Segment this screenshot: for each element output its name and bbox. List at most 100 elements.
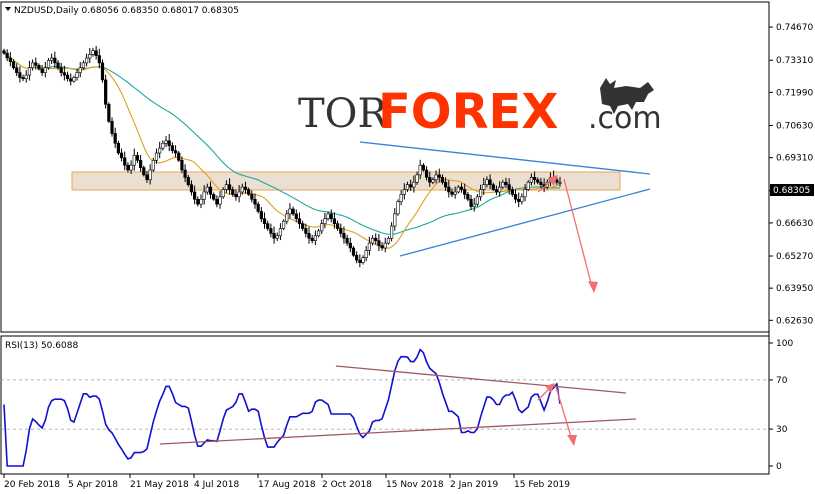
- candle-body: [59, 67, 63, 73]
- candle-body: [154, 152, 159, 161]
- candle-body: [351, 247, 356, 256]
- candle-body: [43, 67, 47, 73]
- rsi-tick-label: 100: [776, 339, 793, 349]
- candle-body: [72, 77, 76, 82]
- candle-body: [218, 196, 222, 205]
- price-tick-label: 0.66630: [776, 219, 813, 229]
- candle-body: [50, 57, 54, 61]
- candle-body: [53, 57, 57, 64]
- candle-body: [85, 57, 89, 64]
- candle-body: [316, 230, 321, 237]
- candle-body: [288, 208, 292, 215]
- price-tick-label: 0.73310: [776, 56, 813, 66]
- candle-body: [469, 198, 473, 207]
- candle-body: [110, 121, 114, 134]
- candle-body: [97, 55, 101, 64]
- price-tick-label: 0.71990: [776, 88, 813, 98]
- rsi-header: RSI(13) 50.6088: [5, 341, 78, 351]
- candle-body: [208, 186, 213, 195]
- forex-chart: 0.746700.733100.719900.706300.693100.679…: [0, 1, 814, 490]
- time-tick-label: 2 Jan 2019: [450, 480, 498, 490]
- candle-body: [329, 213, 333, 220]
- candle-body: [183, 169, 187, 178]
- candle-body: [234, 194, 238, 198]
- candle-body: [361, 257, 365, 263]
- candle-body: [494, 189, 499, 193]
- price-tick-label: 0.70630: [776, 121, 813, 131]
- candle-body: [415, 174, 419, 183]
- candle-body: [262, 218, 267, 224]
- candle-body: [81, 62, 86, 69]
- candle-body: [65, 74, 70, 80]
- candle-body: [517, 198, 521, 203]
- time-tick-label: 4 Jul 2018: [194, 480, 239, 490]
- candle-body: [91, 50, 95, 55]
- candle-body: [196, 198, 200, 205]
- candle-body: [390, 225, 394, 239]
- candle-body: [145, 174, 149, 181]
- candle-body: [158, 147, 162, 154]
- candle-body: [227, 184, 232, 190]
- logo-tor: TOR: [298, 91, 389, 137]
- candle-body: [529, 177, 534, 183]
- candle-body: [119, 152, 124, 159]
- candle-body: [558, 181, 562, 184]
- candle-body: [37, 65, 41, 70]
- candle-body: [421, 164, 425, 171]
- time-tick-label: 2 Oct 2018: [322, 480, 372, 490]
- candle-body: [513, 194, 518, 200]
- candle-body: [215, 198, 219, 205]
- logo-dotcom: .com: [588, 101, 662, 136]
- candle-body: [259, 211, 263, 220]
- candle-body: [326, 213, 330, 220]
- candle-body: [193, 191, 197, 200]
- candle-body: [342, 233, 346, 239]
- candle-body: [88, 54, 92, 59]
- candle-body: [199, 198, 203, 205]
- candle-body: [8, 57, 12, 62]
- candle-body: [501, 181, 505, 188]
- candle-body: [164, 140, 168, 144]
- candle-body: [348, 242, 352, 249]
- candle-body: [75, 72, 79, 78]
- candle-body: [231, 189, 235, 195]
- candle-body: [180, 160, 184, 171]
- candle-body: [440, 177, 445, 183]
- candle-body: [393, 213, 397, 227]
- candle-body: [377, 240, 381, 246]
- candle-body: [11, 61, 16, 69]
- candle-body: [310, 237, 314, 241]
- price-tick-label: 0.65270: [776, 252, 813, 262]
- candle-body: [104, 79, 108, 105]
- candle-body: [523, 189, 527, 198]
- candle-body: [358, 259, 362, 263]
- candle-body: [386, 237, 391, 244]
- candle-body: [320, 223, 324, 232]
- candle-body: [151, 160, 155, 171]
- candle-body: [472, 203, 476, 207]
- candle-body: [256, 203, 260, 212]
- candle-body: [139, 160, 143, 168]
- candle-body: [113, 133, 117, 144]
- candle-body: [186, 177, 190, 185]
- candle-body: [221, 189, 225, 198]
- rsi-tick-label: 0: [776, 462, 782, 472]
- candle-body: [212, 194, 216, 200]
- price-tick-label: 0.63950: [776, 284, 813, 294]
- candle-body: [46, 60, 51, 69]
- candle-body: [478, 189, 483, 198]
- candle-body: [424, 169, 429, 178]
- candle-body: [498, 186, 502, 193]
- candle-body: [463, 189, 467, 195]
- price-tick-label: 0.69310: [776, 154, 813, 164]
- candle-body: [272, 233, 276, 239]
- candle-body: [504, 181, 508, 185]
- candle-body: [5, 52, 9, 59]
- candle-body: [475, 196, 479, 205]
- candle-body: [18, 72, 22, 78]
- candle-body: [189, 184, 194, 193]
- candle-body: [380, 245, 384, 249]
- candle-body: [161, 142, 165, 149]
- candle-body: [405, 184, 410, 190]
- candle-body: [116, 142, 120, 154]
